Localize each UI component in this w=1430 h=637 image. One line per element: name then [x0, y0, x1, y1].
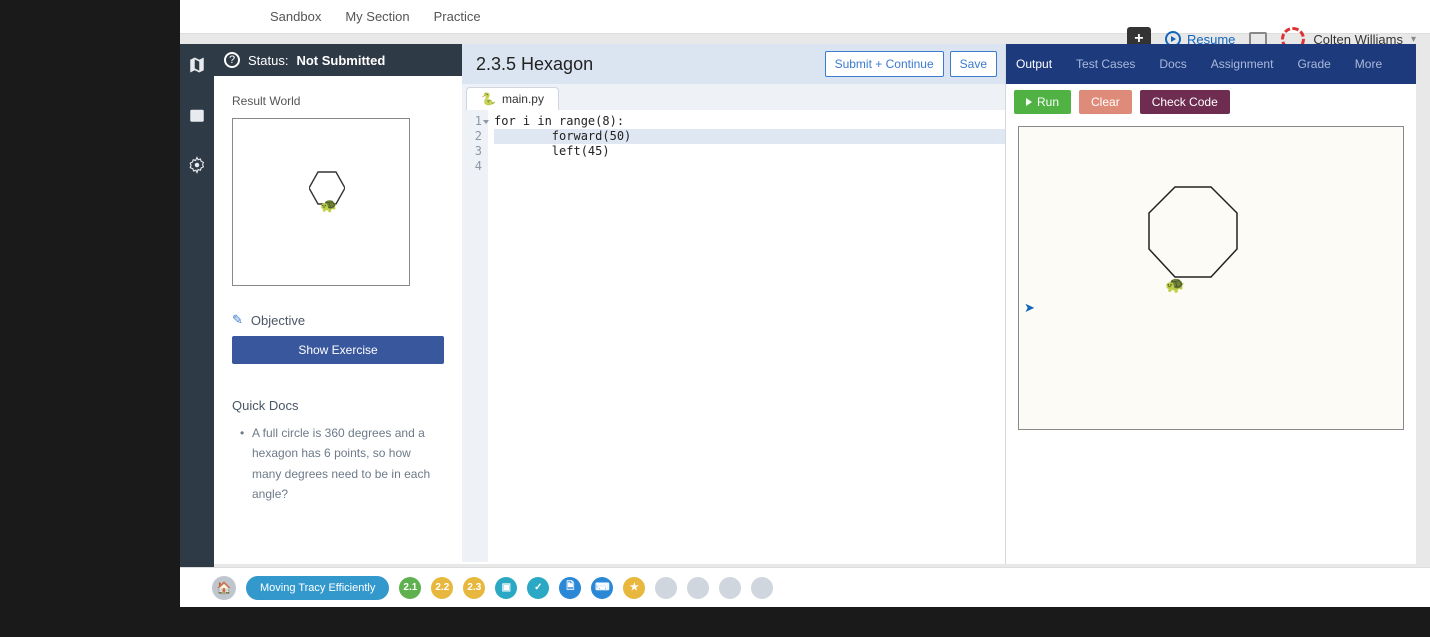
calendar-icon[interactable] — [188, 106, 206, 124]
progress-badge-21[interactable]: 2.1 — [399, 577, 421, 599]
doc-badge-icon[interactable]: 🗎 — [559, 577, 581, 599]
quick-docs-heading: Quick Docs — [214, 364, 462, 423]
editor-pane: 2.3.5 Hexagon Submit + Continue Save 🐍 m… — [462, 44, 1006, 564]
chevron-down-icon: ▾ — [1411, 34, 1416, 45]
locked-badge-2 — [687, 577, 709, 599]
exercise-title: 2.3.5 Hexagon — [476, 54, 593, 75]
result-world-title: Result World — [214, 94, 462, 118]
file-tab-main[interactable]: 🐍 main.py — [466, 87, 559, 110]
output-pane: Output Test Cases Docs Assignment Grade … — [1006, 44, 1416, 564]
python-icon: 🐍 — [481, 92, 496, 106]
objective-label: Objective — [251, 313, 305, 328]
gear-icon[interactable] — [188, 156, 206, 174]
star-badge-icon[interactable]: ★ — [623, 577, 645, 599]
locked-badge-3 — [719, 577, 741, 599]
pencil-icon: ✎ — [232, 312, 243, 328]
output-canvas: 🐢 — [1018, 126, 1404, 430]
result-world-canvas: 🐢 — [232, 118, 410, 286]
lesson-pill[interactable]: Moving Tracy Efficiently — [246, 576, 389, 600]
clear-button[interactable]: Clear — [1079, 90, 1132, 114]
editor-header: 2.3.5 Hexagon Submit + Continue Save — [462, 44, 1005, 84]
turtle-output-icon: 🐢 — [1165, 275, 1185, 295]
locked-badge-4 — [751, 577, 773, 599]
code-line-2[interactable]: for i in range(8): — [494, 114, 1005, 129]
code-line-4[interactable]: left(45) — [494, 144, 1005, 159]
tab-grade[interactable]: Grade — [1297, 57, 1330, 71]
file-tab-bar: 🐍 main.py — [462, 84, 1005, 110]
code-editor[interactable]: 1234 for i in range(8): forward(50) left… — [462, 110, 1005, 562]
run-button[interactable]: Run — [1014, 90, 1071, 114]
monitor-bezel-left — [0, 0, 180, 637]
status-label: Status: — [248, 53, 288, 68]
tab-docs[interactable]: Docs — [1159, 57, 1186, 71]
tab-practice[interactable]: Practice — [434, 9, 481, 24]
sidebar: ? Status: Not Submitted Result World 🐢 ✎… — [214, 44, 462, 564]
status-value: Not Submitted — [296, 53, 385, 68]
home-button[interactable]: 🏠 — [212, 576, 236, 600]
tab-assignment[interactable]: Assignment — [1211, 57, 1274, 71]
output-action-bar: Run Clear Check Code — [1006, 84, 1416, 120]
progress-badge-22[interactable]: 2.2 — [431, 577, 453, 599]
monitor-bezel-bottom — [0, 607, 1430, 637]
mouse-cursor-icon: ➤ — [1024, 300, 1035, 316]
drawn-shape-icon — [1145, 183, 1241, 279]
tab-my-section[interactable]: My Section — [345, 9, 409, 24]
help-icon[interactable]: ? — [224, 52, 240, 68]
tab-output[interactable]: Output — [1016, 57, 1052, 71]
submit-continue-button[interactable]: Submit + Continue — [825, 51, 944, 77]
line-gutter: 1234 — [462, 110, 488, 562]
progress-badge-23[interactable]: 2.3 — [463, 577, 485, 599]
code-badge-icon[interactable]: ⌨ — [591, 577, 613, 599]
quick-docs-text: A full circle is 360 degrees and a hexag… — [214, 423, 462, 505]
tab-more[interactable]: More — [1355, 57, 1382, 71]
tab-sandbox[interactable]: Sandbox — [270, 9, 321, 24]
locked-badge-1 — [655, 577, 677, 599]
code-line-3[interactable]: forward(50) — [494, 129, 1005, 144]
status-bar: ? Status: Not Submitted — [214, 44, 462, 76]
check-code-button[interactable]: Check Code — [1140, 90, 1230, 114]
objective-heading: ✎ Objective — [214, 286, 462, 336]
save-button[interactable]: Save — [950, 51, 997, 77]
video-badge-icon[interactable]: ▣ — [495, 577, 517, 599]
turtle-icon: 🐢 — [320, 197, 337, 214]
tab-test-cases[interactable]: Test Cases — [1076, 57, 1135, 71]
show-exercise-button[interactable]: Show Exercise — [232, 336, 444, 364]
map-icon[interactable] — [188, 56, 206, 74]
check-badge-icon[interactable]: ✓ — [527, 577, 549, 599]
output-tab-bar: Output Test Cases Docs Assignment Grade … — [1006, 44, 1416, 84]
file-tab-label: main.py — [502, 92, 544, 106]
bottom-bar: 🏠 Moving Tracy Efficiently 2.1 2.2 2.3 ▣… — [180, 567, 1430, 607]
left-rail — [180, 44, 214, 604]
code-content[interactable]: for i in range(8): forward(50) left(45) — [488, 110, 1005, 562]
